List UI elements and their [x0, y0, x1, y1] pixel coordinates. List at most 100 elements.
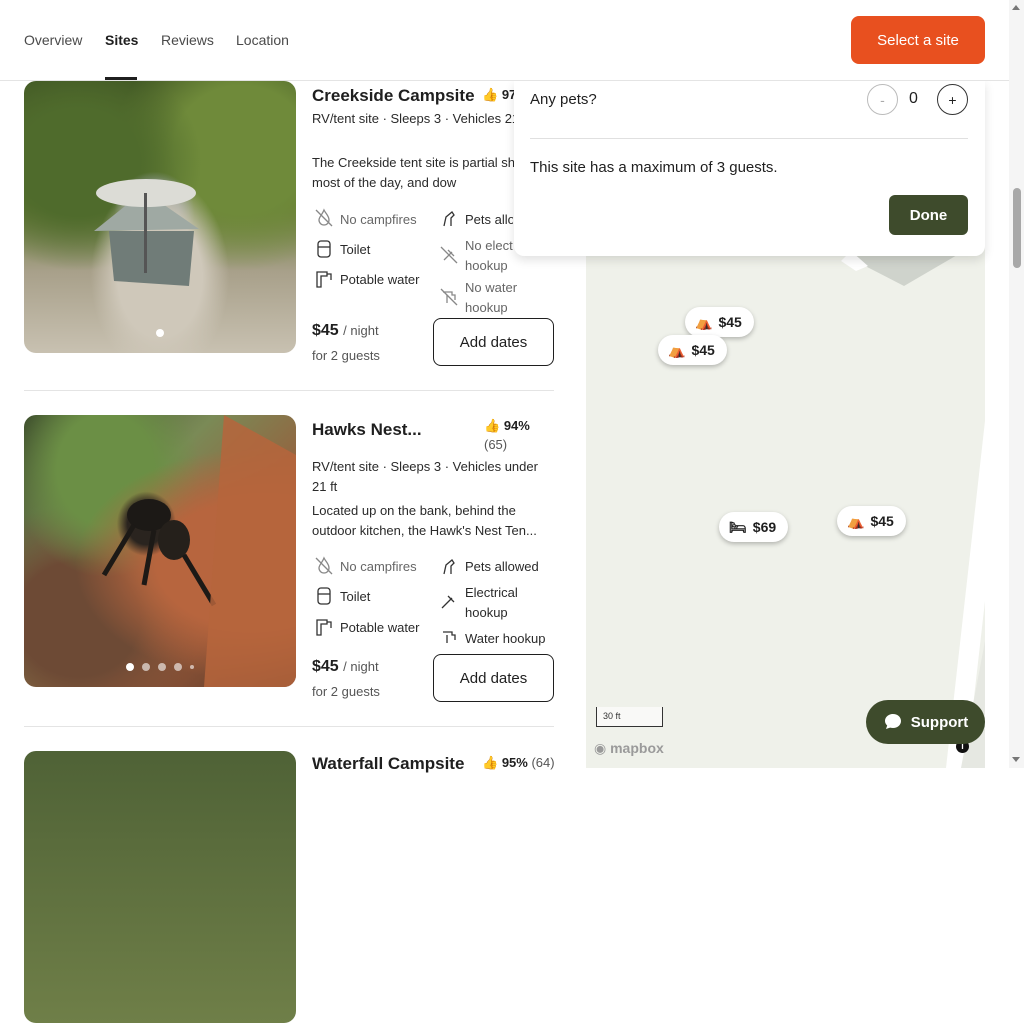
pin-price: $45 [718, 314, 742, 330]
tab-sites[interactable]: Sites [105, 32, 138, 48]
guests-popover: Any pets? - 0 + This site has a maximum … [514, 81, 985, 256]
pin-price: $45 [691, 342, 715, 358]
price-unit: / night [343, 323, 379, 338]
thumbs-up-icon: 👍 [482, 87, 499, 102]
rating-count: (65) [484, 437, 508, 452]
divider [530, 138, 968, 139]
no-water-icon [440, 288, 458, 306]
site-rating: 👍 97 [482, 87, 516, 103]
photo-pager [24, 329, 296, 337]
page-scrollbar[interactable] [1009, 0, 1024, 768]
price-value: $45 [312, 322, 339, 339]
pager-dot[interactable] [156, 329, 164, 337]
pets-decrement-button[interactable]: - [867, 84, 898, 115]
no-campfire-icon [315, 556, 333, 575]
site-photo[interactable] [24, 415, 296, 687]
map-price-pin[interactable]: ⛺ $45 [658, 335, 727, 365]
amenity-label: Water hookup [465, 631, 546, 646]
pin-price: $45 [870, 513, 894, 529]
support-label: Support [910, 713, 969, 731]
site-rating: 👍 94% [484, 418, 530, 434]
pager-dot[interactable] [174, 663, 182, 671]
pets-icon [443, 211, 455, 227]
pin-price: $69 [752, 519, 777, 535]
site-photo[interactable] [24, 751, 296, 1023]
amenity-label: No elect hookup [465, 238, 513, 273]
toilet-icon [317, 240, 331, 258]
site-rating: 👍 95% (64) [482, 755, 555, 771]
pager-dot[interactable] [158, 663, 166, 671]
price-unit: / night [343, 659, 379, 674]
support-button[interactable]: Support [866, 700, 985, 744]
map-price-pin[interactable]: ⛺ $45 [685, 307, 754, 337]
site-title[interactable]: Waterfall Campsite [312, 754, 464, 774]
amenity-label: Potable water [340, 272, 420, 287]
amenity-label: Pets allo [465, 212, 513, 227]
rv-tent-icon: ⛺ [695, 313, 713, 330]
price-value: $45 [312, 658, 339, 675]
add-dates-button[interactable]: Add dates [433, 654, 554, 702]
site-title[interactable]: Hawks Nest... [312, 420, 422, 440]
amenity-label: No campfires [340, 212, 417, 227]
tab-location[interactable]: Location [236, 32, 289, 48]
thumbs-up-icon: 👍 [484, 418, 501, 433]
potable-water-icon [316, 619, 332, 636]
guest-count: for 2 guests [312, 684, 380, 699]
site-price: $45 / night [312, 658, 379, 676]
site-title[interactable]: Creekside Campsite [312, 86, 475, 106]
pager-dot[interactable] [190, 665, 194, 669]
rv-tent-icon: ⛺ [668, 341, 686, 358]
divider [24, 726, 554, 727]
mapbox-logo[interactable]: ◉ mapbox [594, 740, 664, 757]
site-photo[interactable] [24, 81, 296, 353]
site-subtitle: RV/tent site · Sleeps 3 · Vehicles 21 ft [312, 111, 530, 126]
amenity-label: Electrical hookup [465, 585, 518, 620]
pets-label: Any pets? [530, 91, 597, 108]
water-hookup-icon [443, 631, 456, 643]
bed-icon: 🛏 [729, 518, 747, 535]
pets-increment-button[interactable]: + [937, 84, 968, 115]
site-description: Located up on the bank, behind the outdo… [312, 503, 537, 538]
mapbox-logo-icon: ◉ [594, 740, 607, 756]
electric-hookup-icon [441, 595, 455, 609]
photo-pager [24, 663, 296, 671]
tent-photo-illustration [94, 179, 199, 286]
site-subtitle: RV/tent site · Sleeps 3 · Vehicles under… [312, 459, 538, 494]
potable-water-icon [316, 271, 332, 288]
scroll-down-arrow-icon[interactable] [1012, 757, 1020, 762]
divider [24, 390, 554, 391]
pager-dot[interactable] [126, 663, 134, 671]
guest-count: for 2 guests [312, 348, 380, 363]
map-price-pin[interactable]: ⛺ $45 [837, 506, 906, 536]
done-button[interactable]: Done [889, 195, 968, 235]
scroll-up-arrow-icon[interactable] [1012, 5, 1020, 10]
amenity-label: No campfires [340, 559, 417, 574]
site-rating-count: (65) [484, 437, 507, 452]
max-guests-note: This site has a maximum of 3 guests. [530, 159, 778, 176]
chat-bubble-icon [884, 714, 901, 729]
map-price-pin[interactable]: 🛏 $69 [719, 512, 789, 542]
amenity-label: Toilet [340, 589, 371, 604]
amenity-label: Potable water [340, 620, 420, 635]
no-campfire-icon [315, 208, 333, 227]
amenity-label: Pets allowed [465, 559, 539, 574]
rv-tent-icon: ⛺ [847, 512, 865, 529]
rating-value: 94% [503, 418, 530, 433]
active-tab-indicator [105, 77, 137, 80]
amenity-label: Toilet [340, 242, 371, 257]
tab-reviews[interactable]: Reviews [161, 32, 214, 48]
map-scale: 30 ft [596, 707, 663, 727]
mapbox-text: mapbox [610, 740, 664, 756]
top-nav: Overview Sites Reviews Location Select a… [0, 0, 1009, 81]
tab-overview[interactable]: Overview [24, 32, 82, 48]
pager-dot[interactable] [142, 663, 150, 671]
no-electric-icon [440, 246, 458, 264]
select-site-button[interactable]: Select a site [851, 16, 985, 64]
pets-count: 0 [909, 90, 918, 107]
pets-icon [443, 559, 455, 575]
amenity-label: No water hookup [465, 280, 518, 315]
add-dates-button[interactable]: Add dates [433, 318, 554, 366]
scrollbar-thumb[interactable] [1013, 188, 1021, 268]
sculpture-photo-illustration [101, 415, 296, 687]
toilet-icon [317, 587, 331, 605]
